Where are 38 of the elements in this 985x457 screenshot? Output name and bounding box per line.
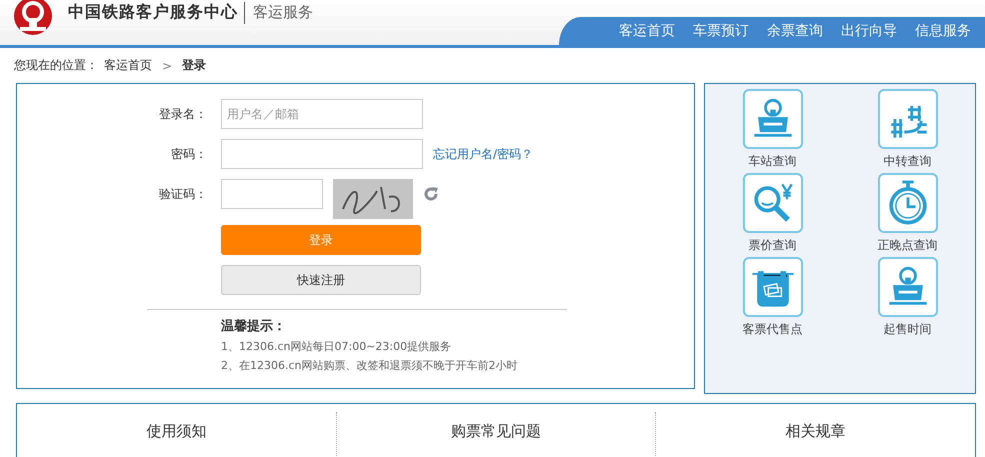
quick-link-tile[interactable] [742, 173, 802, 233]
quick-link-tile[interactable] [878, 257, 938, 317]
quick-link-tile[interactable] [742, 89, 802, 149]
register-button[interactable]: 快速注册 [221, 265, 421, 295]
field-label: 验证码： [158, 186, 207, 203]
quick-link-tile[interactable] [742, 257, 802, 317]
forgot-password-link[interactable]: 忘记用户名/密码？ [433, 146, 534, 163]
breadcrumb-current: 登录 [182, 57, 206, 74]
quick-link-label[interactable]: 票价查询 [748, 237, 796, 254]
nav-link[interactable]: 出行向导 [841, 22, 897, 40]
tip-text: 1、12306.cn网站每日07:00~23:00提供服务 [221, 339, 452, 354]
nav-link[interactable]: 信息服务 [915, 22, 971, 40]
quick-link-label[interactable]: 正晚点查询 [878, 237, 938, 254]
section-title: 购票常见问题 [451, 422, 541, 442]
password-input[interactable] [221, 139, 423, 169]
nav-link[interactable]: 余票查询 [767, 22, 823, 40]
site-subtitle: 客运服务 [253, 3, 313, 22]
field-label: 密码： [170, 146, 207, 163]
quick-link-label[interactable]: 起售时间 [884, 321, 932, 338]
refresh-icon[interactable] [423, 186, 439, 202]
breadcrumb-separator: > [162, 58, 172, 72]
tip-text: 2、在12306.cn网站购票、改签和退票须不晚于开车前2小时 [221, 358, 519, 373]
section-title: 相关规章 [786, 422, 846, 442]
quick-link-label[interactable]: 车站查询 [748, 153, 796, 170]
nav-link[interactable]: 车票预订 [693, 22, 749, 40]
section-title: 使用须知 [146, 422, 206, 442]
tips-title: 温馨提示： [221, 318, 287, 335]
breadcrumb-label: 您现在的位置： [14, 57, 98, 74]
quick-link-tile[interactable] [878, 89, 938, 149]
quick-link-tile[interactable] [878, 173, 938, 233]
quick-link-label[interactable]: 中转查询 [884, 153, 932, 170]
field-label: 登录名： [158, 106, 207, 123]
quick-link-label[interactable]: 客票代售点 [742, 321, 802, 338]
username-input[interactable]: 用户名／邮箱 [221, 99, 423, 129]
nav-link[interactable]: 客运首页 [619, 22, 675, 40]
site-title: 中国铁路客户服务中心 [68, 2, 238, 23]
breadcrumb-link[interactable]: 客运首页 [104, 57, 152, 74]
captcha-input[interactable] [221, 179, 323, 209]
